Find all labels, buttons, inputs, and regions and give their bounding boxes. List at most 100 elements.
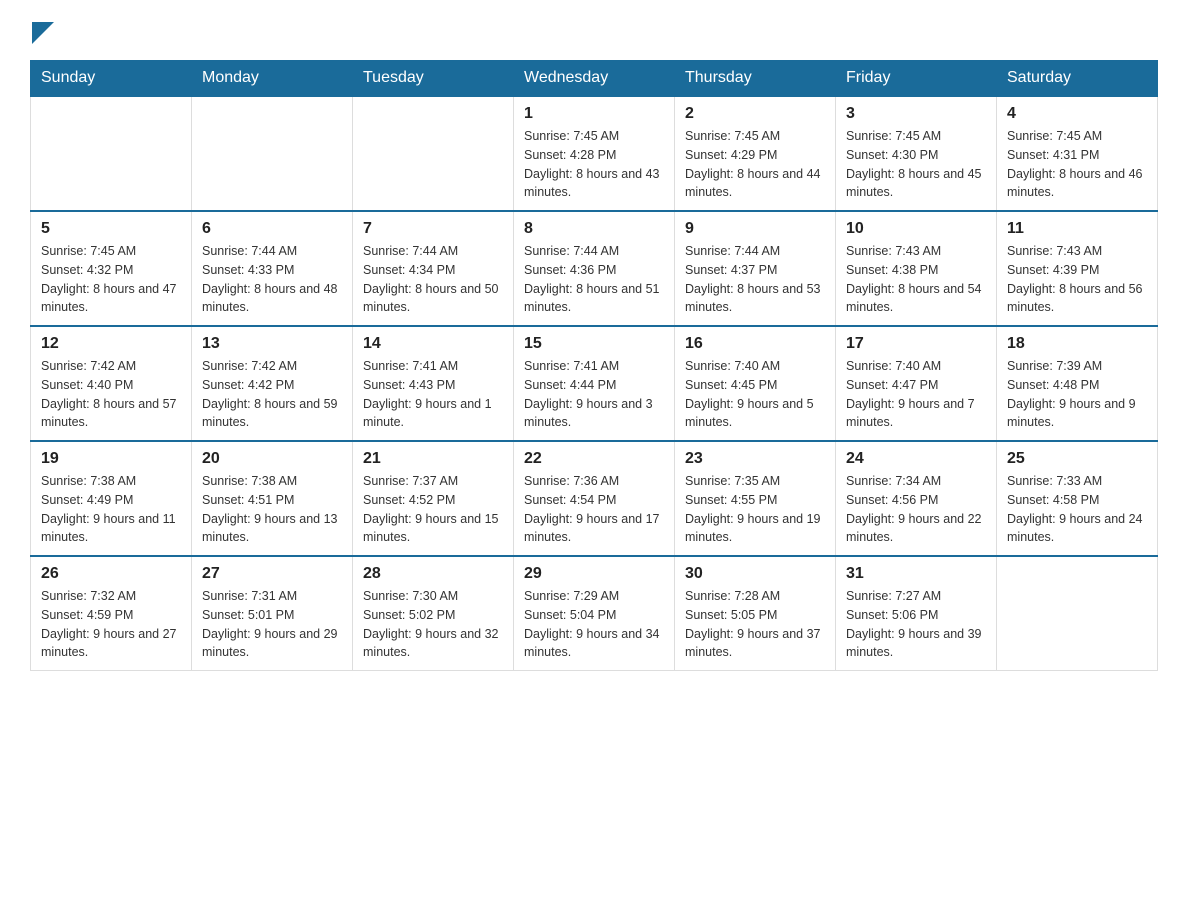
day-number: 1 <box>524 105 664 123</box>
calendar-week-row: 26Sunrise: 7:32 AM Sunset: 4:59 PM Dayli… <box>31 556 1158 671</box>
day-info: Sunrise: 7:33 AM Sunset: 4:58 PM Dayligh… <box>1007 472 1147 547</box>
day-info: Sunrise: 7:44 AM Sunset: 4:37 PM Dayligh… <box>685 242 825 317</box>
calendar-cell: 9 Sunrise: 7:44 AM Sunset: 4:37 PM Daylig… <box>675 211 836 326</box>
day-info: Sunrise: 7:44 AM Sunset: 4:33 PM Dayligh… <box>202 242 342 317</box>
day-number: 10 <box>846 220 986 238</box>
calendar-cell: 5Sunrise: 7:45 AM Sunset: 4:32 PM Daylig… <box>31 211 192 326</box>
calendar-cell: 22 Sunrise: 7:36 AM Sunset: 4:54 PM Dayli… <box>514 441 675 556</box>
day-number: 21 <box>363 450 503 468</box>
calendar-cell: 27 Sunrise: 7:31 AM Sunset: 5:01 PM Dayli… <box>192 556 353 671</box>
day-number: 12 <box>41 335 181 353</box>
calendar-cell: 12 Sunrise: 7:42 AM Sunset: 4:40 PM Dayli… <box>31 326 192 441</box>
day-info: Sunrise: 7:38 AM Sunset: 4:51 PM Dayligh… <box>202 472 342 547</box>
header-friday: Friday <box>836 61 997 97</box>
day-number: 24 <box>846 450 986 468</box>
calendar-cell: 8Sunrise: 7:44 AM Sunset: 4:36 PM Daylig… <box>514 211 675 326</box>
day-number: 7 <box>363 220 503 238</box>
calendar-cell: 10 Sunrise: 7:43 AM Sunset: 4:38 PM Dayli… <box>836 211 997 326</box>
day-number: 23 <box>685 450 825 468</box>
day-info: Sunrise: 7:41 AM Sunset: 4:44 PM Dayligh… <box>524 357 664 432</box>
calendar-week-row: 1 Sunrise: 7:45 AM Sunset: 4:28 PM Daylig… <box>31 96 1158 211</box>
calendar-cell: 7 Sunrise: 7:44 AM Sunset: 4:34 PM Daylig… <box>353 211 514 326</box>
day-info: Sunrise: 7:43 AM Sunset: 4:38 PM Dayligh… <box>846 242 986 317</box>
day-info: Sunrise: 7:42 AM Sunset: 4:40 PM Dayligh… <box>41 357 181 432</box>
calendar-cell: 21 Sunrise: 7:37 AM Sunset: 4:52 PM Dayli… <box>353 441 514 556</box>
logo <box>30 20 54 40</box>
day-number: 6 <box>202 220 342 238</box>
day-info: Sunrise: 7:31 AM Sunset: 5:01 PM Dayligh… <box>202 587 342 662</box>
day-number: 14 <box>363 335 503 353</box>
day-number: 2 <box>685 105 825 123</box>
day-info: Sunrise: 7:38 AM Sunset: 4:49 PM Dayligh… <box>41 472 181 547</box>
calendar-cell: 4 Sunrise: 7:45 AM Sunset: 4:31 PM Daylig… <box>997 96 1158 211</box>
calendar-cell: 3Sunrise: 7:45 AM Sunset: 4:30 PM Daylig… <box>836 96 997 211</box>
day-info: Sunrise: 7:30 AM Sunset: 5:02 PM Dayligh… <box>363 587 503 662</box>
calendar-header-row: SundayMondayTuesdayWednesdayThursdayFrid… <box>31 61 1158 97</box>
calendar-cell: 6 Sunrise: 7:44 AM Sunset: 4:33 PM Daylig… <box>192 211 353 326</box>
day-number: 22 <box>524 450 664 468</box>
day-info: Sunrise: 7:43 AM Sunset: 4:39 PM Dayligh… <box>1007 242 1147 317</box>
calendar-cell: 31 Sunrise: 7:27 AM Sunset: 5:06 PM Dayli… <box>836 556 997 671</box>
day-info: Sunrise: 7:36 AM Sunset: 4:54 PM Dayligh… <box>524 472 664 547</box>
calendar-cell: 28Sunrise: 7:30 AM Sunset: 5:02 PM Dayli… <box>353 556 514 671</box>
day-number: 17 <box>846 335 986 353</box>
calendar-cell: 11 Sunrise: 7:43 AM Sunset: 4:39 PM Dayli… <box>997 211 1158 326</box>
day-info: Sunrise: 7:29 AM Sunset: 5:04 PM Dayligh… <box>524 587 664 662</box>
logo-triangle-icon <box>32 22 54 44</box>
day-info: Sunrise: 7:40 AM Sunset: 4:47 PM Dayligh… <box>846 357 986 432</box>
calendar-cell: 24Sunrise: 7:34 AM Sunset: 4:56 PM Dayli… <box>836 441 997 556</box>
day-number: 29 <box>524 565 664 583</box>
day-number: 3 <box>846 105 986 123</box>
header-saturday: Saturday <box>997 61 1158 97</box>
calendar-cell: 25 Sunrise: 7:33 AM Sunset: 4:58 PM Dayli… <box>997 441 1158 556</box>
calendar-cell: 13Sunrise: 7:42 AM Sunset: 4:42 PM Dayli… <box>192 326 353 441</box>
day-number: 9 <box>685 220 825 238</box>
day-info: Sunrise: 7:40 AM Sunset: 4:45 PM Dayligh… <box>685 357 825 432</box>
day-number: 15 <box>524 335 664 353</box>
day-number: 31 <box>846 565 986 583</box>
calendar-cell: 30 Sunrise: 7:28 AM Sunset: 5:05 PM Dayli… <box>675 556 836 671</box>
day-info: Sunrise: 7:45 AM Sunset: 4:32 PM Dayligh… <box>41 242 181 317</box>
day-info: Sunrise: 7:32 AM Sunset: 4:59 PM Dayligh… <box>41 587 181 662</box>
day-info: Sunrise: 7:39 AM Sunset: 4:48 PM Dayligh… <box>1007 357 1147 432</box>
calendar-week-row: 19 Sunrise: 7:38 AM Sunset: 4:49 PM Dayli… <box>31 441 1158 556</box>
calendar-cell <box>192 96 353 211</box>
calendar-cell: 29 Sunrise: 7:29 AM Sunset: 5:04 PM Dayli… <box>514 556 675 671</box>
calendar-cell: 16 Sunrise: 7:40 AM Sunset: 4:45 PM Dayli… <box>675 326 836 441</box>
calendar-cell: 14 Sunrise: 7:41 AM Sunset: 4:43 PM Dayli… <box>353 326 514 441</box>
day-info: Sunrise: 7:45 AM Sunset: 4:28 PM Dayligh… <box>524 127 664 202</box>
header-wednesday: Wednesday <box>514 61 675 97</box>
day-info: Sunrise: 7:45 AM Sunset: 4:29 PM Dayligh… <box>685 127 825 202</box>
day-number: 19 <box>41 450 181 468</box>
day-number: 16 <box>685 335 825 353</box>
calendar-table: SundayMondayTuesdayWednesdayThursdayFrid… <box>30 60 1158 671</box>
header-thursday: Thursday <box>675 61 836 97</box>
day-number: 27 <box>202 565 342 583</box>
day-info: Sunrise: 7:27 AM Sunset: 5:06 PM Dayligh… <box>846 587 986 662</box>
day-info: Sunrise: 7:28 AM Sunset: 5:05 PM Dayligh… <box>685 587 825 662</box>
day-info: Sunrise: 7:37 AM Sunset: 4:52 PM Dayligh… <box>363 472 503 547</box>
day-info: Sunrise: 7:44 AM Sunset: 4:34 PM Dayligh… <box>363 242 503 317</box>
page-header <box>30 20 1158 40</box>
day-number: 30 <box>685 565 825 583</box>
day-info: Sunrise: 7:41 AM Sunset: 4:43 PM Dayligh… <box>363 357 503 432</box>
calendar-cell: 17 Sunrise: 7:40 AM Sunset: 4:47 PM Dayli… <box>836 326 997 441</box>
header-sunday: Sunday <box>31 61 192 97</box>
header-tuesday: Tuesday <box>353 61 514 97</box>
day-info: Sunrise: 7:44 AM Sunset: 4:36 PM Dayligh… <box>524 242 664 317</box>
day-number: 25 <box>1007 450 1147 468</box>
calendar-cell: 2 Sunrise: 7:45 AM Sunset: 4:29 PM Daylig… <box>675 96 836 211</box>
day-number: 18 <box>1007 335 1147 353</box>
calendar-cell: 26Sunrise: 7:32 AM Sunset: 4:59 PM Dayli… <box>31 556 192 671</box>
day-number: 11 <box>1007 220 1147 238</box>
day-info: Sunrise: 7:35 AM Sunset: 4:55 PM Dayligh… <box>685 472 825 547</box>
header-monday: Monday <box>192 61 353 97</box>
calendar-week-row: 5Sunrise: 7:45 AM Sunset: 4:32 PM Daylig… <box>31 211 1158 326</box>
day-info: Sunrise: 7:45 AM Sunset: 4:31 PM Dayligh… <box>1007 127 1147 202</box>
calendar-cell: 19 Sunrise: 7:38 AM Sunset: 4:49 PM Dayli… <box>31 441 192 556</box>
calendar-cell: 18 Sunrise: 7:39 AM Sunset: 4:48 PM Dayli… <box>997 326 1158 441</box>
calendar-cell <box>31 96 192 211</box>
calendar-cell: 1 Sunrise: 7:45 AM Sunset: 4:28 PM Daylig… <box>514 96 675 211</box>
day-number: 4 <box>1007 105 1147 123</box>
calendar-week-row: 12 Sunrise: 7:42 AM Sunset: 4:40 PM Dayli… <box>31 326 1158 441</box>
